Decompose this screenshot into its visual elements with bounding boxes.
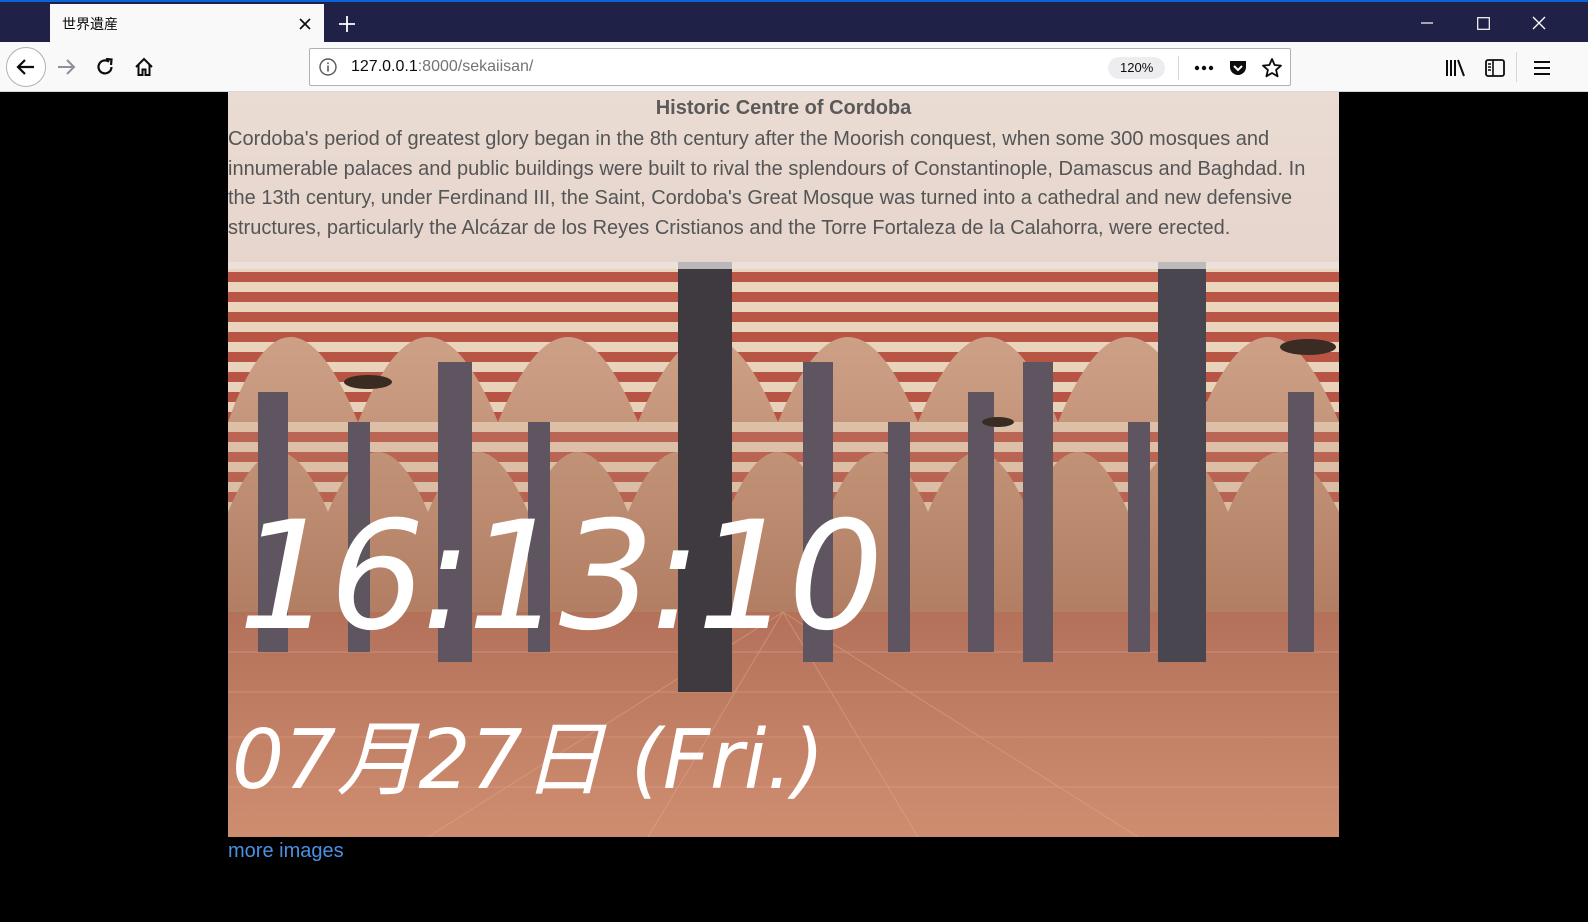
site-title: Historic Centre of Cordoba	[655, 97, 912, 119]
more-images-link[interactable]: more images	[228, 840, 344, 863]
site-description: Cordoba's period of greatest glory began…	[228, 128, 1306, 239]
url-bar[interactable]: 127.0.0.1:8000/sekaiisan/ 120%	[309, 48, 1291, 86]
sidebar-icon[interactable]	[1482, 55, 1508, 81]
maximize-icon[interactable]	[1455, 4, 1511, 42]
browser-titlebar: 世界遺産	[0, 0, 1588, 44]
url-path: :8000/sekaiisan/	[417, 58, 534, 75]
url-host: 127.0.0.1	[351, 58, 418, 75]
close-icon[interactable]	[290, 9, 320, 39]
pocket-icon[interactable]	[1226, 56, 1250, 80]
window-close-icon[interactable]	[1511, 4, 1567, 42]
back-icon[interactable]	[6, 47, 46, 87]
page-content: Historic Centre of Cordoba Cordoba's per…	[0, 92, 1588, 922]
forward-icon[interactable]	[47, 48, 85, 86]
reload-icon[interactable]	[86, 48, 124, 86]
toolbar-divider	[1516, 52, 1517, 82]
zoom-indicator[interactable]: 120%	[1108, 57, 1166, 79]
info-panel: Historic Centre of Cordoba Cordoba's per…	[228, 92, 1339, 269]
clock-date: 07月27日 (Fri.)	[232, 713, 825, 808]
plus-icon[interactable]	[332, 9, 362, 39]
url-text[interactable]: 127.0.0.1:8000/sekaiisan/	[351, 58, 533, 76]
menu-icon[interactable]	[1529, 55, 1555, 81]
home-icon[interactable]	[125, 48, 163, 86]
star-icon[interactable]	[1260, 56, 1284, 80]
browser-navbar: 127.0.0.1:8000/sekaiisan/ 120%	[0, 42, 1588, 92]
url-divider	[1178, 56, 1179, 80]
library-icon[interactable]	[1443, 55, 1469, 81]
minimize-icon[interactable]	[1399, 4, 1455, 42]
browser-tab[interactable]: 世界遺産	[50, 4, 324, 44]
clock-time: 16:13:10	[238, 490, 884, 664]
info-icon[interactable]	[318, 57, 338, 77]
tab-title: 世界遺産	[62, 17, 118, 33]
more-icon[interactable]	[1192, 56, 1216, 80]
